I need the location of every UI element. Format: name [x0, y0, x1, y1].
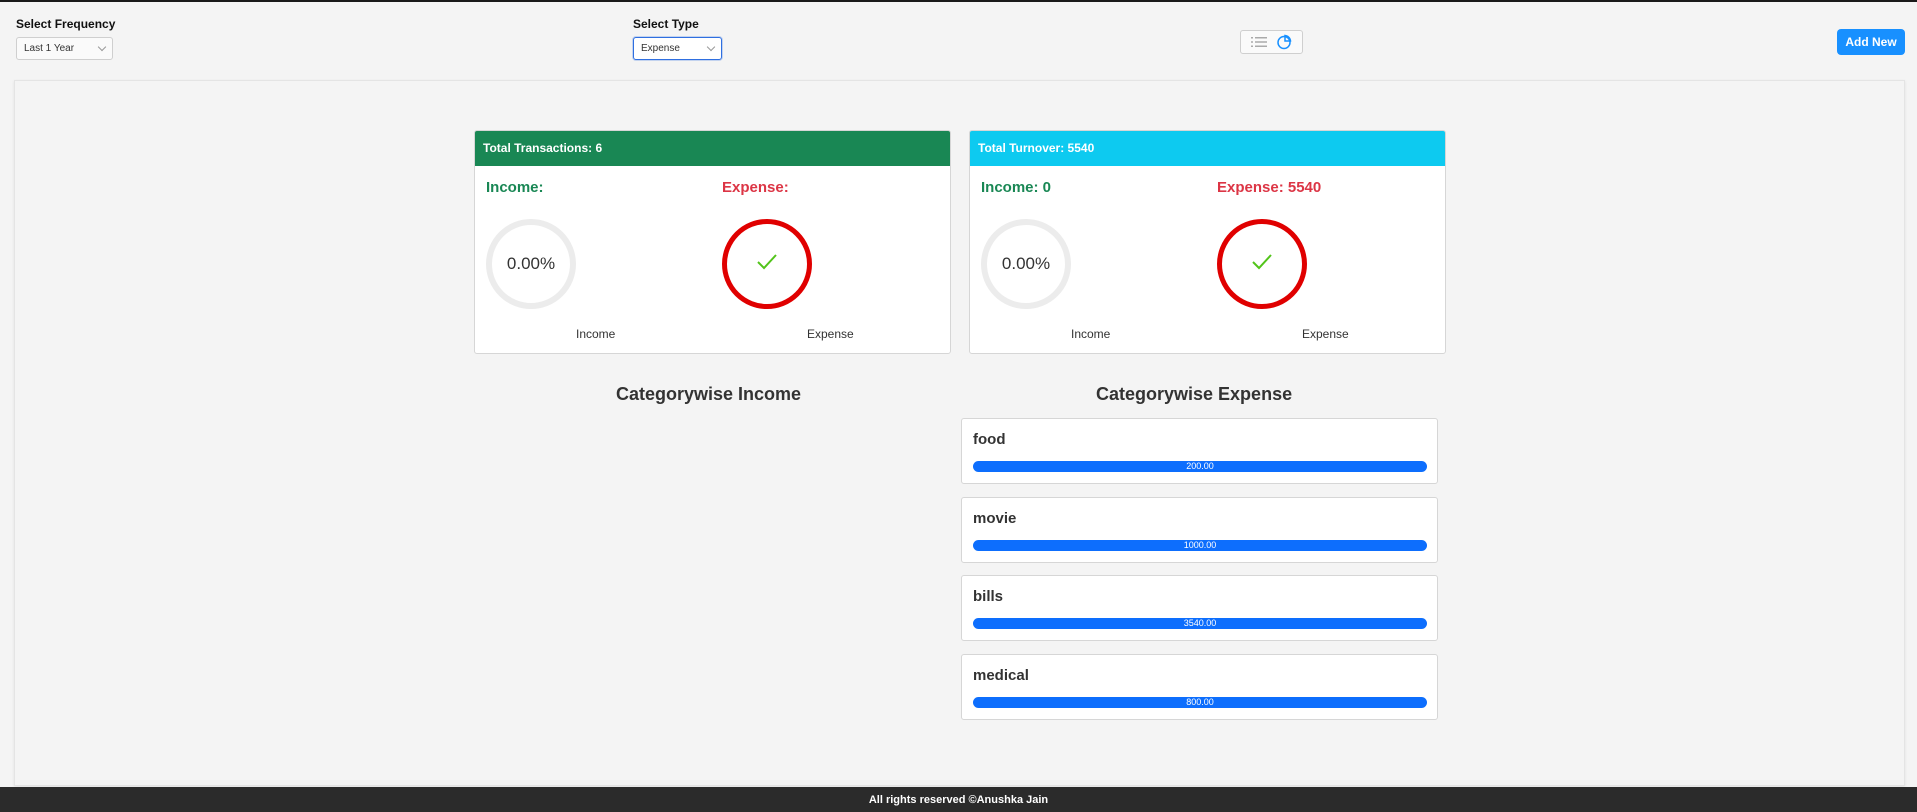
category-name: movie	[973, 510, 1017, 527]
check-icon	[1251, 253, 1273, 276]
transactions-expense-column: Expense: Expense	[722, 179, 950, 341]
footer: All rights reserved ©Anushka Jain	[0, 787, 1917, 812]
type-value: Expense	[641, 43, 680, 54]
pie-chart-icon[interactable]	[1276, 34, 1292, 50]
income-progress-circle: 0.00%	[486, 219, 576, 309]
type-select[interactable]: Expense	[633, 37, 722, 60]
category-progress-fill: 800.00	[973, 697, 1427, 708]
filter-bar: Select Frequency Last 1 Year Select Type…	[0, 2, 1917, 74]
income-progress-circle: 0.00%	[981, 219, 1071, 309]
view-toggle	[1240, 30, 1303, 54]
income-caption: Income	[1071, 327, 1111, 341]
category-progress-fill: 3540.00	[973, 618, 1427, 629]
total-transactions-card: Total Transactions: 6 Income: 0.00% Inco…	[474, 130, 951, 354]
category-name: food	[973, 431, 1006, 448]
categorywise-income-title: Categorywise Income	[616, 384, 802, 404]
category-name: bills	[973, 588, 1004, 605]
income-caption: Income	[576, 327, 616, 341]
category-progress-bar: 1000.00	[973, 540, 1427, 551]
expense-title: Expense: 5540	[1217, 179, 1322, 196]
income-percent: 0.00%	[1001, 254, 1051, 273]
type-filter: Select Type Expense	[633, 17, 722, 60]
frequency-value: Last 1 Year	[24, 43, 75, 54]
total-turnover-header: Total Turnover: 5540	[970, 131, 1445, 166]
expense-progress-circle	[722, 219, 812, 309]
check-icon	[756, 253, 778, 276]
turnover-expense-column: Expense: 5540 Expense	[1217, 179, 1445, 341]
income-title: Income: 0	[981, 179, 1052, 196]
expense-progress-circle	[1217, 219, 1307, 309]
expense-category-card: food 200.00	[961, 418, 1438, 484]
expense-category-card: medical 800.00	[961, 654, 1438, 720]
transactions-income-column: Income: 0.00% Income	[486, 179, 716, 341]
expense-caption: Expense	[807, 327, 854, 341]
category-progress-fill: 200.00	[973, 461, 1427, 472]
list-icon[interactable]	[1250, 36, 1267, 48]
expense-caption: Expense	[1302, 327, 1349, 341]
income-title: Income:	[486, 179, 544, 196]
turnover-income-column: Income: 0 0.00% Income	[981, 179, 1211, 341]
category-progress-bar: 200.00	[973, 461, 1427, 472]
type-label: Select Type	[633, 17, 699, 31]
income-percent: 0.00%	[506, 254, 556, 273]
categorywise-expense-title: Categorywise Expense	[1096, 384, 1293, 404]
category-name: medical	[973, 667, 1029, 684]
frequency-filter: Select Frequency Last 1 Year	[16, 17, 115, 60]
category-progress-bar: 3540.00	[973, 618, 1427, 629]
frequency-label: Select Frequency	[16, 17, 116, 31]
category-progress-fill: 1000.00	[973, 540, 1427, 551]
add-new-button[interactable]: Add New	[1837, 29, 1905, 55]
category-progress-bar: 800.00	[973, 697, 1427, 708]
expense-category-card: bills 3540.00	[961, 575, 1438, 641]
chevron-down-icon	[97, 42, 107, 51]
frequency-select[interactable]: Last 1 Year	[16, 37, 113, 60]
total-turnover-card: Total Turnover: 5540 Income: 0 0.00% Inc…	[969, 130, 1446, 354]
chevron-down-icon	[706, 42, 716, 51]
analytics-panel	[14, 80, 1905, 786]
expense-title: Expense:	[722, 179, 789, 196]
expense-category-card: movie 1000.00	[961, 497, 1438, 563]
total-transactions-header: Total Transactions: 6	[475, 131, 950, 166]
